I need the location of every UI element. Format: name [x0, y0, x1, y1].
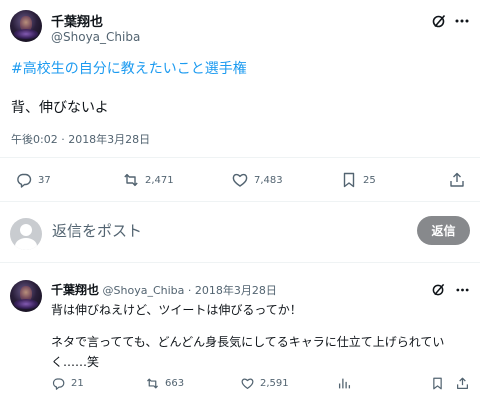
reply-text-line: ネタで言ってても、どんどん身長気にしてるキャラに仕立て上げられてい	[51, 335, 445, 349]
views-action[interactable]	[338, 377, 351, 390]
reply-author-handle[interactable]: @Shoya_Chiba	[103, 284, 185, 297]
current-user-avatar[interactable]	[10, 218, 42, 250]
share-icon	[457, 377, 468, 389]
like-action[interactable]: 7,483	[232, 172, 283, 188]
reply-author-avatar[interactable]	[10, 280, 42, 312]
reply-action[interactable]: 21	[52, 377, 84, 390]
reply-icon	[52, 378, 65, 390]
author-avatar[interactable]	[10, 10, 42, 42]
reply-date[interactable]: 2018年3月28日	[195, 284, 277, 297]
share-action[interactable]	[456, 377, 469, 390]
repost-icon	[124, 173, 138, 187]
reply-icon	[17, 173, 32, 188]
bookmark-action[interactable]	[431, 377, 444, 390]
reply-header: 千葉翔也 @Shoya_Chiba · 2018年3月28日	[51, 281, 277, 298]
repost-count: 2,471	[145, 174, 174, 186]
like-count: 7,483	[254, 174, 283, 186]
bookmark-action[interactable]: 25	[341, 172, 376, 188]
author-handle[interactable]: @Shoya_Chiba	[51, 30, 140, 44]
share-icon	[450, 172, 464, 187]
tweet-timestamp[interactable]: 午後0:02 · 2018年3月28日	[11, 131, 150, 147]
tweet-text: 背、伸びないよ	[11, 100, 109, 116]
reply-action[interactable]: 37	[16, 172, 51, 188]
views-icon	[338, 378, 351, 389]
reply-count: 21	[71, 378, 84, 389]
share-action[interactable]	[449, 172, 465, 188]
like-icon	[232, 173, 248, 187]
divider	[0, 201, 480, 202]
repost-action[interactable]: 2,471	[123, 172, 174, 188]
separator-dot: ·	[187, 284, 192, 297]
divider	[0, 157, 480, 158]
reply-text-line: 背は伸びねえけど、ツイートは伸びるってか！	[51, 303, 302, 317]
repost-action[interactable]: 663	[146, 377, 184, 390]
reply-input[interactable]: 返信をポスト	[52, 220, 142, 241]
repost-count: 663	[165, 378, 185, 389]
like-icon	[241, 378, 254, 389]
author-name[interactable]: 千葉翔也	[51, 11, 103, 30]
grok-icon[interactable]	[432, 283, 445, 296]
repost-icon	[147, 378, 158, 389]
bookmark-icon	[433, 377, 442, 390]
bookmark-icon	[343, 172, 355, 188]
more-icon[interactable]	[456, 288, 469, 292]
hashtag-link[interactable]: #高校生の自分に教えたいこと選手権	[11, 58, 247, 78]
reply-text-line: く……笑	[51, 355, 100, 369]
grok-icon[interactable]	[432, 14, 446, 28]
reply-button[interactable]: 返信	[417, 216, 470, 245]
reply-author-name[interactable]: 千葉翔也	[51, 283, 99, 297]
reply-count: 37	[38, 174, 51, 186]
more-icon[interactable]	[455, 19, 469, 23]
bookmark-count: 25	[363, 174, 376, 186]
like-action[interactable]: 2,591	[241, 377, 289, 390]
divider	[0, 262, 480, 263]
like-count: 2,591	[260, 378, 289, 389]
